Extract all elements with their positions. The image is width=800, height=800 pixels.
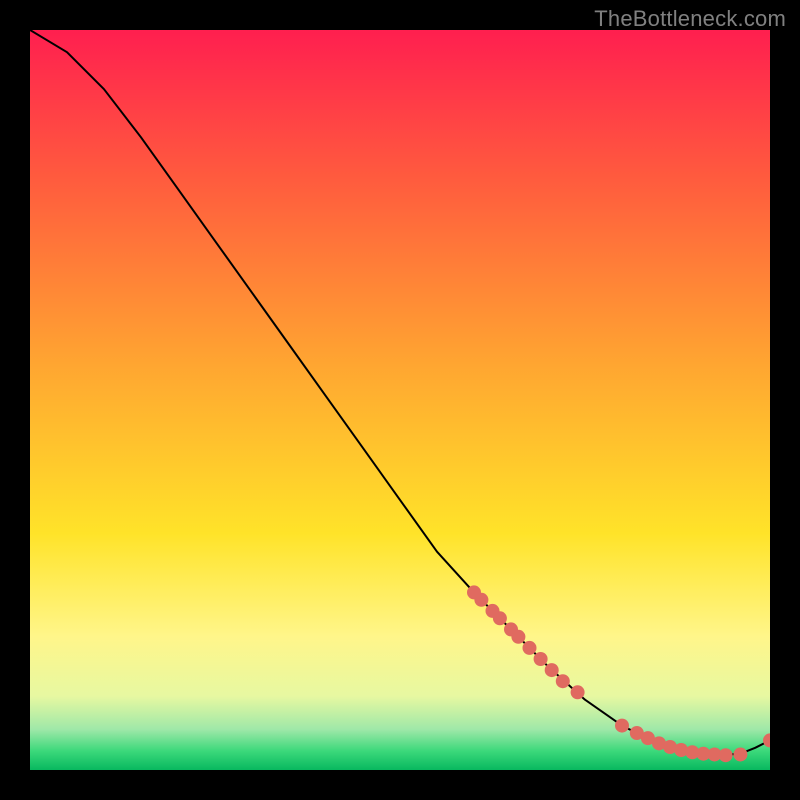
marker-point [556,674,570,688]
marker-point [733,747,747,761]
marker-point [719,748,733,762]
marker-point [523,641,537,655]
marker-point [493,611,507,625]
curve-markers [467,585,770,762]
plot-area [30,30,770,770]
marker-point [571,685,585,699]
marker-point [763,733,770,747]
chart-stage: TheBottleneck.com [0,0,800,800]
chart-overlay [30,30,770,770]
marker-point [474,593,488,607]
marker-point [511,630,525,644]
marker-point [545,663,559,677]
watermark-text: TheBottleneck.com [594,6,786,32]
curve-line [30,30,770,755]
marker-point [534,652,548,666]
marker-point [615,719,629,733]
